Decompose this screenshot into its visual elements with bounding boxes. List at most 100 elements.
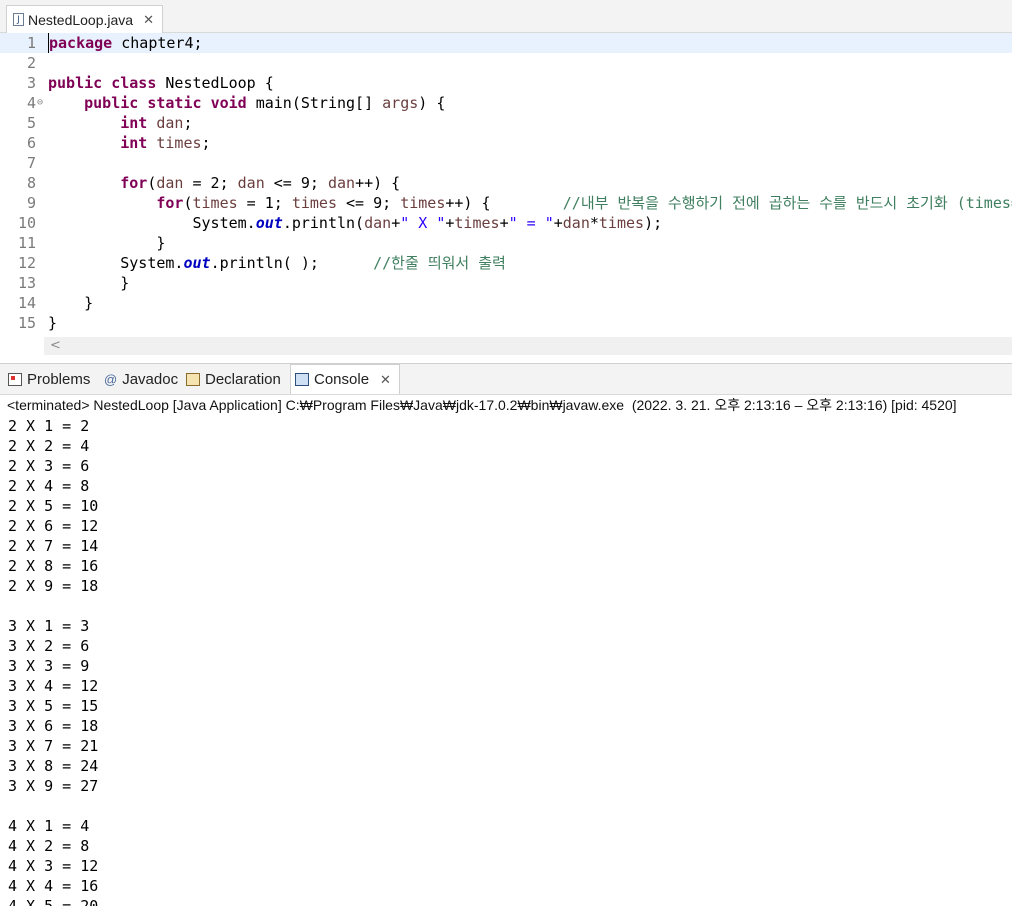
console-output-line: 2 X 3 = 6: [8, 457, 90, 475]
code-keyword: int: [120, 134, 148, 152]
code-token: out: [255, 214, 283, 232]
console-status-line: <terminated> NestedLoop [Java Applicatio…: [7, 397, 957, 413]
console-output-line: 3 X 8 = 24: [8, 757, 99, 775]
line-number: 14: [17, 294, 36, 312]
code-line[interactable]: 11 }: [0, 233, 1012, 253]
code-line[interactable]: 13 }: [0, 273, 1012, 293]
console-output-line: 2 X 9 = 18: [8, 577, 99, 595]
console-output-line: 3 X 5 = 15: [8, 697, 99, 715]
code-line[interactable]: 8 for(dan = 2; dan <= 9; dan++) {: [0, 173, 1012, 193]
console-output-line: 3 X 6 = 18: [8, 717, 99, 735]
code-token: +: [391, 214, 401, 232]
code-text: int dan;: [48, 113, 193, 133]
console-output-line: 2 X 8 = 16: [8, 557, 99, 575]
tab-problems-label: Problems: [27, 370, 91, 388]
code-token: dan: [156, 114, 184, 132]
code-token: times: [156, 134, 202, 152]
java-file-icon: J: [13, 13, 24, 26]
tab-problems[interactable]: Problems: [8, 364, 90, 394]
code-token: <= 9;: [264, 174, 328, 192]
code-token: args: [382, 94, 419, 112]
code-token: <= 9;: [337, 194, 401, 212]
code-token: times: [598, 214, 645, 232]
tab-declaration-label: Declaration: [205, 370, 281, 388]
code-editor[interactable]: J NestedLoop.java ✕ 1 package chapter4; 2 3…: [0, 0, 1012, 360]
code-keyword: class: [111, 74, 157, 92]
console-output-line: 2 X 5 = 10: [8, 497, 99, 515]
view-tab-bar: Problems @ Javadoc Declaration Console ✕: [0, 364, 1012, 395]
console-output[interactable]: 2 X 1 = 2 2 X 2 = 4 2 X 3 = 6 2 X 4 = 8 2 X …: [0, 416, 1012, 906]
console-output-line: 2 X 7 = 14: [8, 537, 99, 555]
line-number: 2: [26, 54, 36, 72]
editor-tab-label: NestedLoop.java: [28, 11, 134, 28]
console-output-line: 4 X 4 = 16: [8, 877, 99, 895]
editor-tab-nestedloop[interactable]: J NestedLoop.java ✕: [6, 5, 163, 33]
code-token: = 2;: [183, 174, 238, 192]
declaration-icon: [186, 372, 200, 386]
code-token: }: [48, 234, 166, 252]
code-line[interactable]: 12 System.out.println( ); //한줄 띄워서 출력: [0, 253, 1012, 273]
code-line[interactable]: 4 ⊖ public static void main(String[] args…: [0, 93, 1012, 113]
code-text: package chapter4;: [48, 33, 203, 53]
code-token: " = ": [508, 214, 554, 232]
code-line[interactable]: 6 int times;: [0, 133, 1012, 153]
code-line[interactable]: 5 int dan;: [0, 113, 1012, 133]
code-token: .println( );: [210, 254, 374, 272]
scroll-left-icon[interactable]: <: [50, 338, 61, 353]
horizontal-scrollbar[interactable]: <: [44, 337, 1012, 355]
code-keyword: public: [48, 74, 103, 92]
code-token: }: [48, 274, 130, 292]
line-number: 3: [26, 74, 36, 92]
code-token: ;: [201, 134, 211, 152]
line-number: 1: [26, 34, 36, 52]
code-text-area[interactable]: 1 package chapter4; 2 3 public class NestedL…: [0, 33, 1012, 336]
code-token: +: [553, 214, 563, 232]
code-token: System.: [48, 254, 184, 272]
code-line[interactable]: 15}: [0, 313, 1012, 333]
code-token: times: [192, 194, 238, 212]
line-number: 13: [17, 274, 36, 292]
code-token: ;: [183, 114, 193, 132]
tab-declaration[interactable]: Declaration: [186, 364, 281, 394]
console-output-line: 3 X 9 = 27: [8, 777, 99, 795]
code-token: dan: [562, 214, 590, 232]
code-text: for(times = 1; times <= 9; times++) { //…: [48, 193, 1012, 213]
code-comment: //내부 반복을 수행하기 전에 곱하는 수를 반드시 초기화 (times=1…: [562, 194, 1012, 212]
console-output-line: 3 X 3 = 9: [8, 657, 90, 675]
close-console-icon[interactable]: ✕: [380, 373, 391, 386]
fold-collapse-icon[interactable]: ⊖: [37, 93, 43, 113]
tab-console[interactable]: Console ✕: [290, 364, 400, 394]
line-number: 9: [26, 194, 36, 212]
code-token: System.: [48, 214, 256, 232]
console-output-line: 4 X 2 = 8: [8, 837, 90, 855]
code-token: times: [454, 214, 500, 232]
code-line[interactable]: 10 System.out.println(dan+" X "+times+" …: [0, 213, 1012, 233]
line-number: 12: [17, 254, 36, 272]
console-output-line: 2 X 6 = 12: [8, 517, 99, 535]
code-token: times: [400, 194, 446, 212]
editor-tab-bar: J NestedLoop.java ✕: [0, 0, 1012, 33]
code-line[interactable]: 2: [0, 53, 1012, 73]
code-keyword: static: [147, 94, 202, 112]
code-token: " X ": [400, 214, 446, 232]
code-keyword: for: [156, 194, 184, 212]
code-line[interactable]: 9 for(times = 1; times <= 9; times++) { …: [0, 193, 1012, 213]
code-line[interactable]: 3 public class NestedLoop {: [0, 73, 1012, 93]
tab-javadoc[interactable]: @ Javadoc: [104, 364, 178, 394]
code-line[interactable]: 14 }: [0, 293, 1012, 313]
code-line[interactable]: 7: [0, 153, 1012, 173]
code-token: main(String[]: [246, 94, 383, 112]
code-token: +: [499, 214, 509, 232]
tab-console-label: Console: [314, 371, 370, 388]
code-text: int times;: [48, 133, 211, 153]
code-line[interactable]: 1 package chapter4;: [0, 33, 1012, 53]
code-text: public class NestedLoop {: [48, 73, 274, 93]
close-tab-icon[interactable]: ✕: [143, 13, 154, 26]
console-output-line: 4 X 3 = 12: [8, 857, 99, 875]
code-token: *: [589, 214, 599, 232]
code-keyword: void: [210, 94, 247, 112]
